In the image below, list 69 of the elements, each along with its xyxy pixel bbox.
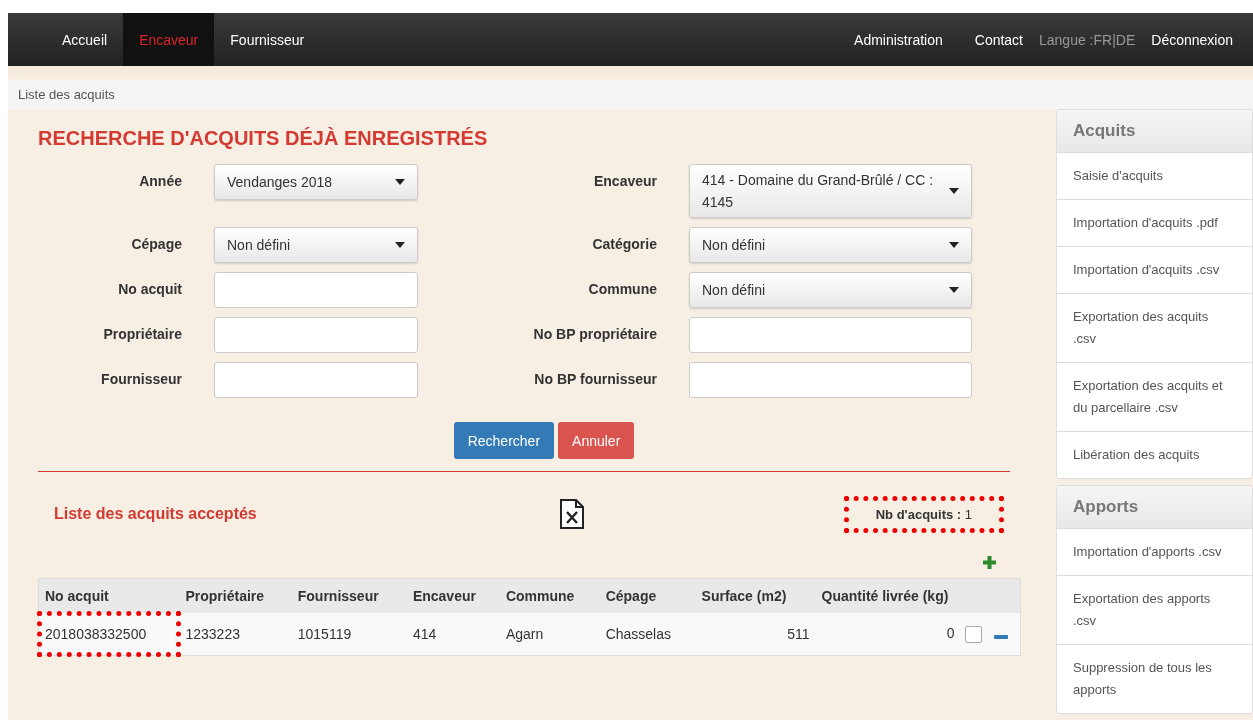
add-icon[interactable]: [983, 556, 996, 569]
row-checkbox[interactable]: [964, 625, 982, 643]
nav-link[interactable]: Fournisseur: [214, 13, 321, 66]
field-label: Propriétaire: [102, 325, 182, 342]
field-label: Cépage: [130, 235, 182, 252]
input-field[interactable]: [689, 317, 972, 353]
column-header: Cépage: [599, 578, 696, 613]
sidebar-link[interactable]: Importation d'acquits .pdf: [1057, 200, 1252, 247]
table-cell: 1233223: [179, 613, 292, 656]
select-field[interactable]: 414 - Domaine du Grand-Brûlé / CC : 4145: [689, 164, 972, 218]
remove-icon[interactable]: [993, 634, 1008, 639]
breadcrumb: Liste des acquits: [8, 80, 1253, 109]
sidebar-link[interactable]: Exportation des acquits .csv: [1057, 294, 1252, 363]
sidebar-link[interactable]: Saisie d'acquits: [1057, 153, 1252, 200]
select-field[interactable]: Non défini: [689, 272, 972, 308]
select-field[interactable]: Non défini: [689, 227, 972, 263]
sidebar-link[interactable]: Exportation des acquits et du parcellaire .csv: [1057, 363, 1252, 432]
panel-heading: Apports: [1057, 486, 1252, 529]
input-field[interactable]: [214, 317, 418, 353]
caret-icon: [949, 242, 959, 248]
input-field[interactable]: [214, 362, 418, 398]
table-cell: 414: [406, 613, 500, 656]
nav-link[interactable]: Déconnexion: [1141, 13, 1253, 66]
field-label: Année: [138, 172, 182, 189]
field-label: Encaveur: [592, 172, 657, 189]
column-header: Propriétaire: [179, 578, 292, 613]
caret-icon: [949, 287, 959, 293]
table-cell: 2018038332500: [38, 613, 180, 656]
sidebar-link[interactable]: Libération des acquits: [1057, 432, 1252, 478]
nav-link[interactable]: Administration: [838, 13, 959, 66]
nav-link[interactable]: Contact: [958, 13, 1039, 66]
column-header: Encaveur: [406, 578, 500, 613]
list-title: Liste des acquits acceptés: [54, 505, 258, 523]
search-button[interactable]: Rechercher: [453, 422, 555, 459]
nav-link[interactable]: Accueil: [46, 13, 124, 66]
sidebar-link[interactable]: Importation d'apports .csv: [1057, 529, 1252, 576]
column-header: No acquit: [38, 578, 180, 613]
nav-link[interactable]: Encaveur: [123, 13, 215, 66]
table-cell: Chasselas: [599, 613, 696, 656]
caret-icon: [949, 188, 959, 194]
panel-heading: Acquits: [1057, 110, 1252, 153]
field-label: No BP propriétaire: [532, 325, 657, 342]
field-label: Fournisseur: [100, 370, 182, 387]
field-label: Catégorie: [591, 235, 657, 252]
cancel-button[interactable]: Annuler: [558, 422, 635, 459]
field-label: Commune: [587, 280, 657, 297]
select-field[interactable]: Vendanges 2018: [214, 164, 418, 200]
sidebar-link[interactable]: Suppression de tous les apports: [1057, 645, 1252, 713]
input-field[interactable]: [689, 362, 972, 398]
table-cell: Agarn: [499, 613, 600, 656]
table-cell: 1015119: [291, 613, 407, 656]
column-header: Commune: [499, 578, 600, 613]
caret-icon: [395, 242, 405, 248]
acquit-count: Nb d'acquits : 1: [845, 497, 1002, 531]
field-label: No BP fournisseur: [533, 370, 657, 387]
page-title: RECHERCHE D'ACQUITS DÉJÀ ENREGISTRÉS: [38, 127, 489, 150]
caret-icon: [395, 179, 405, 185]
table-cell: 511: [695, 613, 816, 656]
field-label: No acquit: [117, 280, 182, 297]
input-field[interactable]: [214, 272, 418, 308]
column-header: Fournisseur: [291, 578, 407, 613]
table-cell: 0: [815, 613, 988, 656]
sidebar-link[interactable]: Importation d'acquits .csv: [1057, 247, 1252, 294]
column-header: Surface (m2): [695, 578, 816, 613]
select-field[interactable]: Non défini: [214, 227, 418, 263]
nav-link[interactable]: Langue :FR|DE: [1039, 13, 1142, 66]
sidebar-link[interactable]: Exportation des apports .csv: [1057, 576, 1252, 645]
excel-export-icon[interactable]: [559, 499, 585, 529]
column-header: Quantité livrée (kg): [815, 578, 988, 613]
